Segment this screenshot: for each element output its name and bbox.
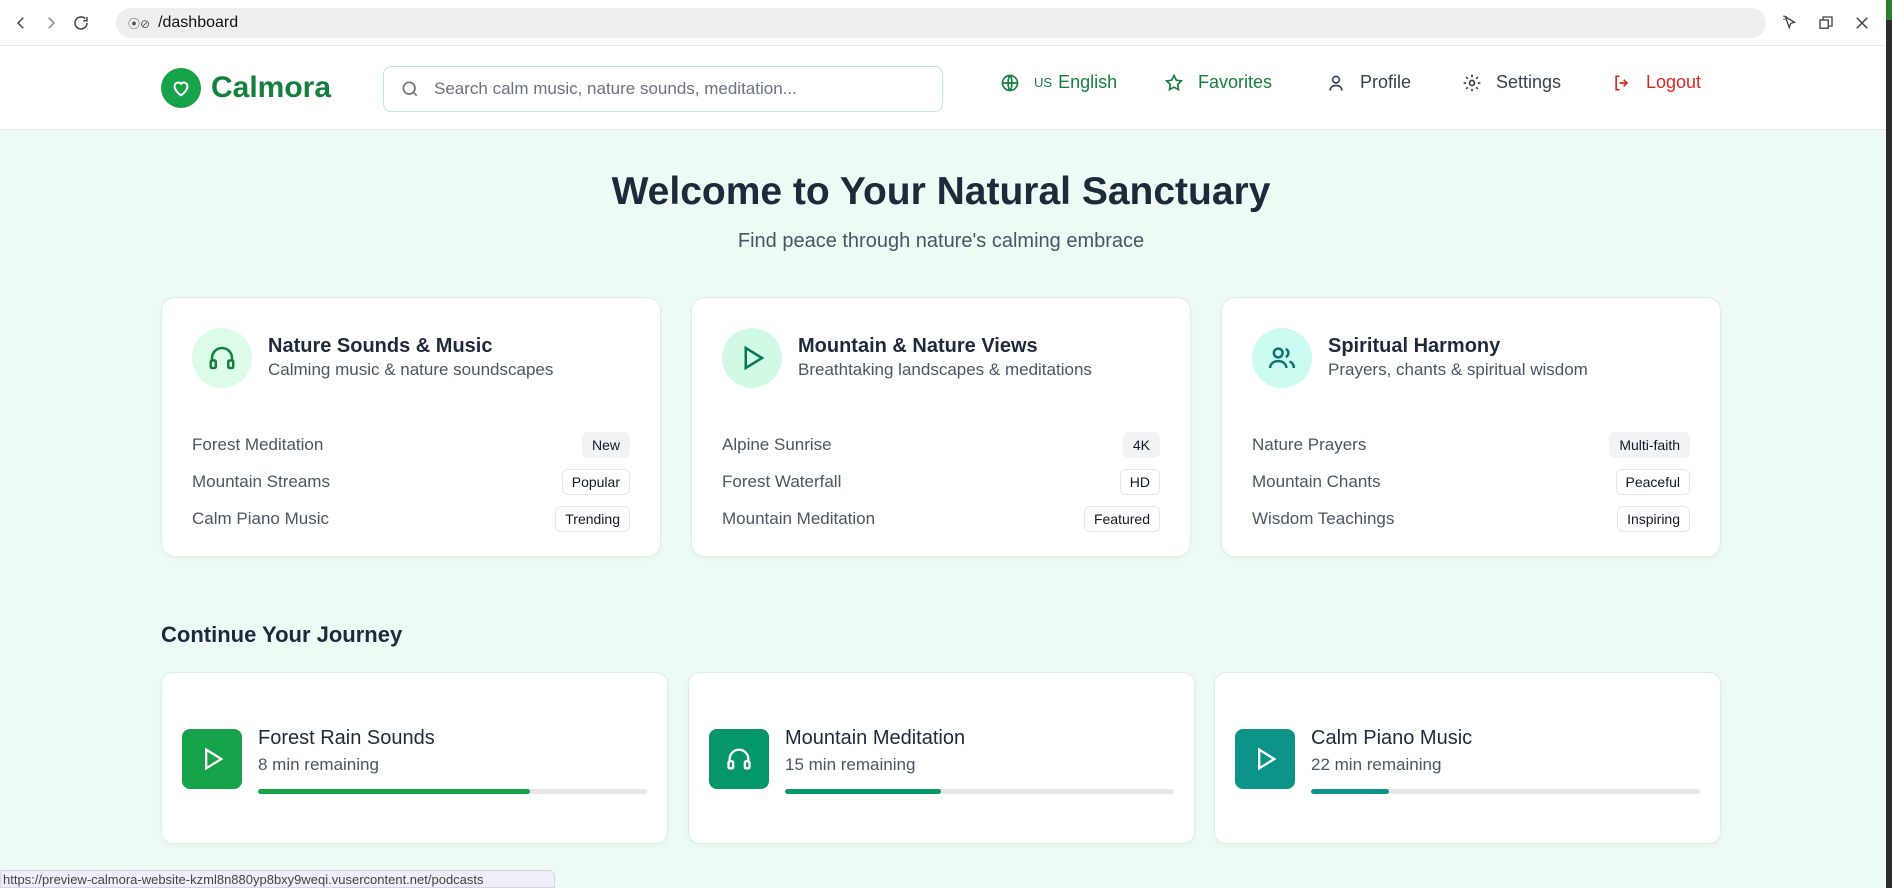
continue-card[interactable]: Mountain Meditation 15 min remaining — [688, 672, 1195, 844]
item-label: Mountain Meditation — [722, 508, 876, 528]
window-edge-accent — [1886, 0, 1892, 20]
category-description: Prayers, chants & spiritual wisdom — [1328, 360, 1588, 379]
list-item[interactable]: Mountain Meditation Featured — [722, 500, 1160, 537]
brand-name: Calmora — [211, 71, 332, 104]
logout-label: Logout — [1646, 72, 1702, 92]
progress-fill — [1311, 789, 1389, 794]
play-icon[interactable] — [182, 729, 242, 789]
forward-icon[interactable] — [36, 8, 66, 38]
status-badge: 4K — [1122, 431, 1160, 458]
headphones-icon[interactable] — [709, 729, 769, 789]
track-title: Mountain Meditation — [785, 727, 966, 749]
status-badge: Trending — [555, 505, 630, 532]
star-icon — [1164, 73, 1184, 91]
back-icon[interactable] — [6, 8, 36, 38]
reload-icon[interactable] — [66, 8, 96, 38]
track-title: Calm Piano Music — [1311, 727, 1473, 749]
search-icon — [402, 81, 418, 97]
item-label: Forest Waterfall — [722, 471, 842, 491]
window-edge — [1886, 0, 1892, 888]
profile-label: Profile — [1360, 72, 1412, 92]
item-label: Wisdom Teachings — [1252, 508, 1395, 528]
heart-icon — [161, 68, 201, 108]
list-item[interactable]: Wisdom Teachings Inspiring — [1252, 500, 1690, 537]
category-description: Calming music & nature soundscapes — [268, 360, 554, 379]
status-badge: Multi-faith — [1609, 431, 1690, 458]
users-icon — [1252, 328, 1312, 388]
globe-icon — [1001, 74, 1019, 91]
page-title: Welcome to Your Natural Sanctuary — [611, 170, 1271, 213]
window-restore-icon[interactable] — [1808, 8, 1844, 38]
item-label: Nature Prayers — [1252, 434, 1367, 454]
list-item[interactable]: Calm Piano Music Trending — [192, 500, 630, 537]
item-label: Calm Piano Music — [192, 508, 329, 528]
profile-link[interactable]: Profile — [1326, 72, 1411, 93]
search-input[interactable] — [434, 79, 914, 99]
list-item[interactable]: Alpine Sunrise 4K — [722, 426, 1160, 463]
page-subtitle: Find peace through nature's calming embr… — [737, 230, 1145, 252]
settings-link[interactable]: Settings — [1462, 72, 1561, 93]
status-badge: Featured — [1083, 505, 1160, 532]
category-title: Spiritual Harmony — [1328, 335, 1501, 357]
language-flag: US — [1034, 75, 1053, 90]
continue-card[interactable]: Forest Rain Sounds 8 min remaining — [161, 672, 668, 844]
logout-icon — [1615, 75, 1629, 90]
headphones-icon — [192, 328, 252, 388]
search-bar[interactable] — [383, 66, 943, 112]
progress-fill — [258, 789, 531, 794]
status-badge: Peaceful — [1615, 468, 1690, 495]
brand[interactable]: Calmora — [161, 68, 331, 108]
status-badge: Inspiring — [1617, 505, 1690, 532]
time-remaining: 8 min remaining — [258, 755, 379, 774]
category-card-nature-sounds[interactable]: Nature Sounds & Music Calming music & na… — [161, 297, 661, 557]
address-bar[interactable]: ⦿⊘ /dashboard — [116, 8, 1766, 38]
app-header: Calmora US English Favorites Profile Set… — [0, 46, 1886, 130]
list-item[interactable]: Mountain Streams Popular — [192, 463, 630, 500]
play-icon[interactable] — [1235, 729, 1295, 789]
gear-icon — [1463, 74, 1481, 91]
browser-toolbar: ⦿⊘ /dashboard — [0, 0, 1892, 46]
item-label: Mountain Chants — [1252, 471, 1381, 491]
cursor-select-icon[interactable] — [1772, 8, 1808, 38]
item-label: Mountain Streams — [192, 471, 330, 491]
progress-bar — [258, 789, 647, 794]
url-text: /dashboard — [158, 14, 239, 31]
time-remaining: 22 min remaining — [1311, 755, 1442, 774]
item-label: Alpine Sunrise — [722, 434, 832, 454]
list-item[interactable]: Nature Prayers Multi-faith — [1252, 426, 1690, 463]
category-card-spiritual-harmony[interactable]: Spiritual Harmony Prayers, chants & spir… — [1221, 297, 1721, 557]
category-description: Breathtaking landscapes & meditations — [798, 360, 1092, 379]
progress-bar — [785, 789, 1174, 794]
track-title: Forest Rain Sounds — [258, 727, 435, 749]
favorites-link[interactable]: Favorites — [1164, 72, 1272, 93]
progress-bar — [1311, 789, 1700, 794]
play-icon — [722, 328, 782, 388]
user-icon — [1329, 75, 1343, 91]
status-url: https://preview-calmora-website-kzml8n88… — [0, 870, 555, 888]
item-label: Forest Meditation — [192, 434, 324, 454]
category-card-mountain-views[interactable]: Mountain & Nature Views Breathtaking lan… — [691, 297, 1191, 557]
status-badge: Popular — [561, 468, 630, 495]
settings-label: Settings — [1496, 72, 1562, 92]
favorites-label: Favorites — [1198, 72, 1273, 92]
section-title: Continue Your Journey — [161, 622, 403, 647]
site-info-icon[interactable]: ⦿⊘ — [128, 15, 150, 32]
progress-fill — [785, 789, 941, 794]
close-icon[interactable] — [1844, 8, 1880, 38]
language-selector[interactable]: US English — [1000, 72, 1117, 93]
category-title: Mountain & Nature Views — [798, 335, 1038, 357]
language-label: English — [1058, 72, 1118, 92]
logout-button[interactable]: Logout — [1612, 72, 1701, 93]
status-badge: HD — [1119, 468, 1160, 495]
continue-card[interactable]: Calm Piano Music 22 min remaining — [1214, 672, 1721, 844]
category-title: Nature Sounds & Music — [268, 335, 493, 357]
time-remaining: 15 min remaining — [785, 755, 916, 774]
list-item[interactable]: Forest Meditation New — [192, 426, 630, 463]
list-item[interactable]: Mountain Chants Peaceful — [1252, 463, 1690, 500]
list-item[interactable]: Forest Waterfall HD — [722, 463, 1160, 500]
status-badge: New — [581, 431, 630, 458]
